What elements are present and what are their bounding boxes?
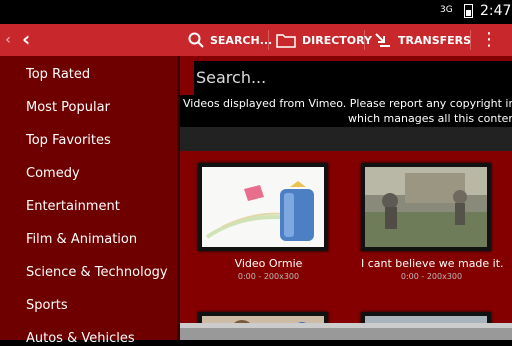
directory-button[interactable]: DIRECTORY: [276, 24, 372, 56]
photo-image: [365, 167, 487, 247]
video-meta: 0:00 - 200x300: [400, 272, 463, 281]
bottom-scroll-bar: [180, 323, 512, 340]
search-button-label: SEARCH...: [210, 33, 273, 47]
copyright-notice: Videos displayed from Vimeo. Please repo…: [180, 95, 512, 127]
sidebar-item-sports[interactable]: Sports: [26, 298, 68, 313]
separator: [364, 30, 365, 50]
separator: [470, 30, 471, 50]
action-bar: ‹ ‹ SEARCH... DIRECTORY TRANSFERS ⋮: [0, 24, 512, 56]
directory-button-label: DIRECTORY: [302, 33, 372, 47]
sidebar-item-most-popular[interactable]: Most Popular: [26, 100, 110, 115]
battery-icon: [464, 4, 473, 18]
separator: [268, 30, 269, 50]
search-input[interactable]: Search...: [194, 61, 512, 95]
sidebar-item-top-favorites[interactable]: Top Favorites: [26, 133, 111, 148]
search-icon: [188, 32, 204, 48]
transfers-button[interactable]: TRANSFERS: [374, 24, 471, 56]
sidebar-item-film-animation[interactable]: Film & Animation: [26, 232, 137, 247]
video-title[interactable]: I cant believe we made it.: [361, 257, 504, 270]
signal-indicator: 3G: [440, 5, 453, 15]
overflow-menu-icon[interactable]: ⋮: [480, 24, 498, 56]
search-button[interactable]: SEARCH...: [188, 24, 272, 56]
sidebar-item-science-technology[interactable]: Science & Technology: [26, 265, 168, 280]
clock: 2:47: [480, 3, 512, 19]
header-band: [180, 127, 512, 151]
video-meta: 0:00 - 200x300: [237, 272, 300, 281]
folder-icon: [276, 34, 296, 48]
video-thumbnail[interactable]: [361, 163, 491, 251]
sidebar-item-top-rated[interactable]: Top Rated: [26, 67, 90, 82]
drawer-toggle-icon[interactable]: ‹: [0, 24, 16, 56]
transfers-button-label: TRANSFERS: [398, 33, 472, 47]
back-button[interactable]: ‹: [22, 24, 46, 56]
sidebar-item-entertainment[interactable]: Entertainment: [26, 199, 120, 214]
notice-line-2: which manages all this conten: [348, 112, 512, 125]
transfer-icon: [375, 33, 390, 47]
thumbnail-image: [202, 167, 324, 247]
category-sidebar: Top Rated Most Popular Top Favorites Com…: [0, 56, 177, 346]
video-thumbnail[interactable]: [198, 163, 328, 251]
sidebar-item-comedy[interactable]: Comedy: [26, 166, 80, 181]
video-title[interactable]: Video Ormie: [198, 257, 339, 270]
thumbnail-image: [365, 167, 487, 247]
notice-line-1: Videos displayed from Vimeo. Please repo…: [183, 97, 512, 110]
illustration-image: [202, 167, 324, 247]
status-bar: 3G 2:47: [0, 0, 512, 24]
search-placeholder: Search...: [196, 68, 267, 87]
sidebar-item-autos-vehicles[interactable]: Autos & Vehicles: [26, 331, 135, 346]
